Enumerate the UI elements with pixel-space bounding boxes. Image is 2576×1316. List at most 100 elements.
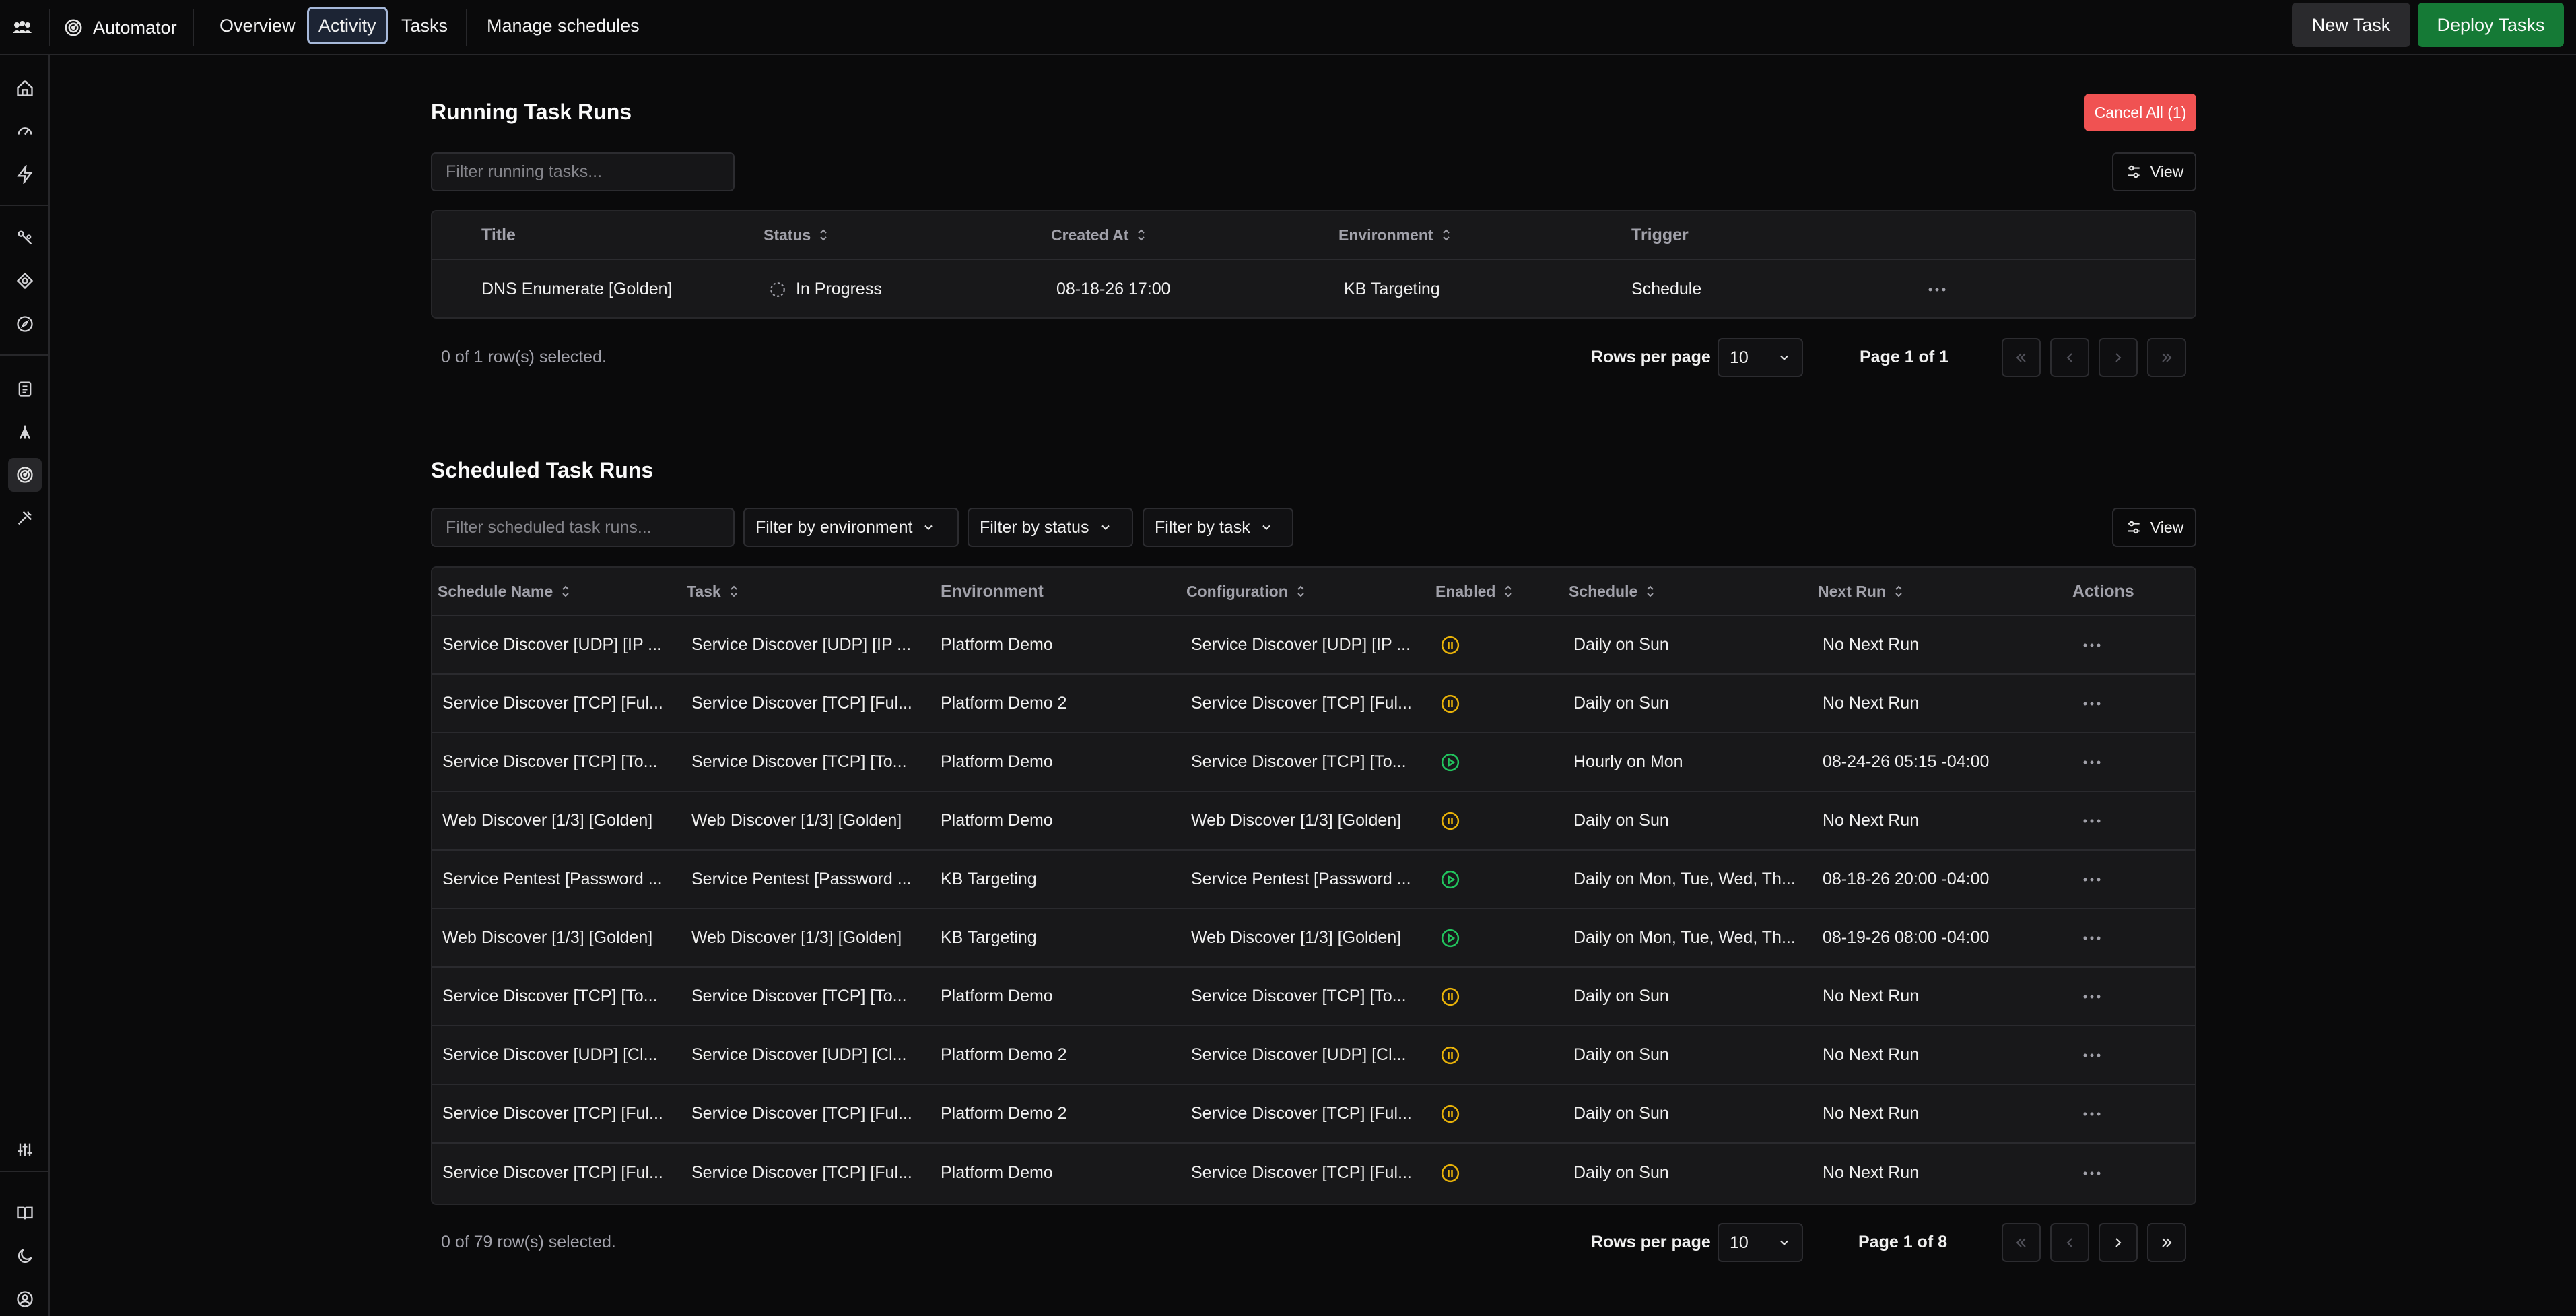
- book-icon[interactable]: [8, 1196, 42, 1230]
- table-row[interactable]: Service Discover [TCP] [Ful... Service Di…: [432, 1144, 2195, 1202]
- filter-running-input[interactable]: [431, 152, 735, 191]
- col-schedule-name[interactable]: Schedule Name: [438, 568, 570, 615]
- col-created-at[interactable]: Created At: [1051, 211, 1146, 259]
- play-circle-icon[interactable]: [1440, 733, 1460, 791]
- row-actions-icon[interactable]: [2082, 1085, 2102, 1142]
- cell-environment: Platform Demo: [941, 1163, 1053, 1182]
- user-icon[interactable]: [8, 1282, 42, 1316]
- play-circle-icon[interactable]: [1440, 851, 1460, 908]
- cell-configuration: Web Discover [1/3] [Golden]: [1191, 811, 1402, 830]
- in-progress-spinner-icon: [769, 281, 786, 298]
- col-task[interactable]: Task: [687, 568, 739, 615]
- col-next-run[interactable]: Next Run: [1818, 568, 1903, 615]
- table-row[interactable]: Service Discover [TCP] [Ful... Service Di…: [432, 675, 2195, 733]
- moon-icon[interactable]: [8, 1239, 42, 1273]
- cell-task: Service Discover [TCP] [To...: [691, 987, 907, 1006]
- running-rows-per-page-select[interactable]: 10: [1718, 338, 1803, 377]
- pause-circle-icon[interactable]: [1440, 792, 1460, 849]
- col-environment[interactable]: Environment: [1338, 211, 1451, 259]
- cancel-all-button[interactable]: Cancel All (1): [2084, 94, 2196, 131]
- cell-task: Service Pentest [Password ...: [691, 869, 912, 888]
- table-row[interactable]: Service Discover [TCP] [Ful... Service Di…: [432, 1085, 2195, 1144]
- tab-overview[interactable]: Overview: [210, 7, 305, 44]
- cell-environment: Platform Demo: [941, 811, 1053, 830]
- app-brand[interactable]: Automator: [63, 13, 177, 42]
- pause-circle-icon[interactable]: [1440, 1144, 1460, 1202]
- last-page-button[interactable]: [2147, 1223, 2186, 1262]
- row-actions-icon[interactable]: [2082, 851, 2102, 908]
- clipboard-icon[interactable]: [8, 372, 42, 405]
- row-actions-icon[interactable]: [2082, 675, 2102, 732]
- pause-circle-icon[interactable]: [1440, 968, 1460, 1025]
- new-task-button[interactable]: New Task: [2292, 3, 2410, 47]
- table-row[interactable]: Service Discover [UDP] [IP ... Service Di…: [432, 616, 2195, 675]
- scheduled-rows-per-page-select[interactable]: 10: [1718, 1223, 1803, 1262]
- scheduled-view-button[interactable]: View: [2112, 508, 2196, 547]
- bolt-icon[interactable]: [8, 158, 42, 191]
- row-actions-icon[interactable]: [2082, 1026, 2102, 1084]
- col-status[interactable]: Status: [764, 211, 828, 259]
- table-row[interactable]: Service Discover [TCP] [To... Service Dis…: [432, 968, 2195, 1026]
- row-actions-icon[interactable]: [2082, 968, 2102, 1025]
- col-title[interactable]: Title: [481, 211, 516, 259]
- col-trigger[interactable]: Trigger: [1631, 211, 1689, 259]
- pause-circle-icon[interactable]: [1440, 616, 1460, 673]
- cell-next-run: No Next Run: [1823, 635, 1920, 654]
- automator-icon[interactable]: [8, 458, 42, 492]
- tools-icon[interactable]: [8, 501, 42, 535]
- col-enabled[interactable]: Enabled: [1435, 568, 1513, 615]
- cell-environment: Platform Demo: [941, 752, 1053, 771]
- sort-icon: [1503, 584, 1513, 599]
- filter-status-dropdown[interactable]: Filter by status: [968, 508, 1133, 547]
- table-row[interactable]: Service Pentest [Password ... Service Pen…: [432, 851, 2195, 909]
- pause-circle-icon[interactable]: [1440, 1026, 1460, 1084]
- first-page-button[interactable]: [2002, 338, 2041, 377]
- cell-status: In Progress: [769, 260, 882, 317]
- tab-tasks[interactable]: Tasks: [392, 7, 457, 44]
- gauge-icon[interactable]: [8, 114, 42, 148]
- table-row[interactable]: DNS Enumerate [Golden] In Progress 08-18…: [432, 260, 2195, 317]
- filter-task-dropdown[interactable]: Filter by task: [1143, 508, 1293, 547]
- sort-icon: [819, 228, 828, 242]
- col-schedule[interactable]: Schedule: [1569, 568, 1655, 615]
- row-actions-icon[interactable]: [2082, 733, 2102, 791]
- rows-per-page-label: Rows per page: [1591, 1232, 1711, 1251]
- deploy-tasks-button[interactable]: Deploy Tasks: [2418, 3, 2564, 47]
- table-row[interactable]: Web Discover [1/3] [Golden] Web Discover …: [432, 909, 2195, 968]
- target-icon[interactable]: [8, 264, 42, 298]
- radar-icon[interactable]: [8, 221, 42, 255]
- next-page-button[interactable]: [2099, 1223, 2138, 1262]
- sort-icon: [1442, 228, 1451, 242]
- first-page-button[interactable]: [2002, 1223, 2041, 1262]
- org-logo-icon[interactable]: [9, 15, 35, 40]
- last-page-button[interactable]: [2147, 338, 2186, 377]
- col-environment[interactable]: Environment: [941, 568, 1044, 615]
- prev-page-button[interactable]: [2050, 338, 2089, 377]
- row-actions-icon[interactable]: [2082, 616, 2102, 673]
- table-row[interactable]: Service Discover [TCP] [To... Service Dis…: [432, 733, 2195, 792]
- row-actions-icon[interactable]: [2082, 1144, 2102, 1202]
- row-actions-icon[interactable]: [1927, 260, 1947, 317]
- cell-schedule-name: Web Discover [1/3] [Golden]: [442, 928, 653, 947]
- table-row[interactable]: Web Discover [1/3] [Golden] Web Discover …: [432, 792, 2195, 851]
- next-page-button[interactable]: [2099, 338, 2138, 377]
- table-row[interactable]: Service Discover [UDP] [Cl... Service Dis…: [432, 1026, 2195, 1085]
- prev-page-button[interactable]: [2050, 1223, 2089, 1262]
- col-configuration[interactable]: Configuration: [1186, 568, 1306, 615]
- pause-circle-icon[interactable]: [1440, 1085, 1460, 1142]
- row-actions-icon[interactable]: [2082, 909, 2102, 966]
- running-view-button[interactable]: View: [2112, 152, 2196, 191]
- home-icon[interactable]: [8, 71, 42, 105]
- tab-manage-schedules[interactable]: Manage schedules: [477, 7, 649, 44]
- antenna-icon[interactable]: [8, 415, 42, 449]
- filter-environment-dropdown[interactable]: Filter by environment: [743, 508, 959, 547]
- cell-schedule: Daily on Mon, Tue, Wed, Th...: [1573, 928, 1796, 947]
- pause-circle-icon[interactable]: [1440, 675, 1460, 732]
- play-circle-icon[interactable]: [1440, 909, 1460, 966]
- compass-icon[interactable]: [8, 307, 42, 341]
- row-actions-icon[interactable]: [2082, 792, 2102, 849]
- sliders-icon[interactable]: [8, 1133, 42, 1166]
- tab-activity[interactable]: Activity: [307, 7, 388, 44]
- cell-next-run: 08-18-26 20:00 -04:00: [1823, 869, 1990, 888]
- filter-scheduled-input[interactable]: [431, 508, 735, 547]
